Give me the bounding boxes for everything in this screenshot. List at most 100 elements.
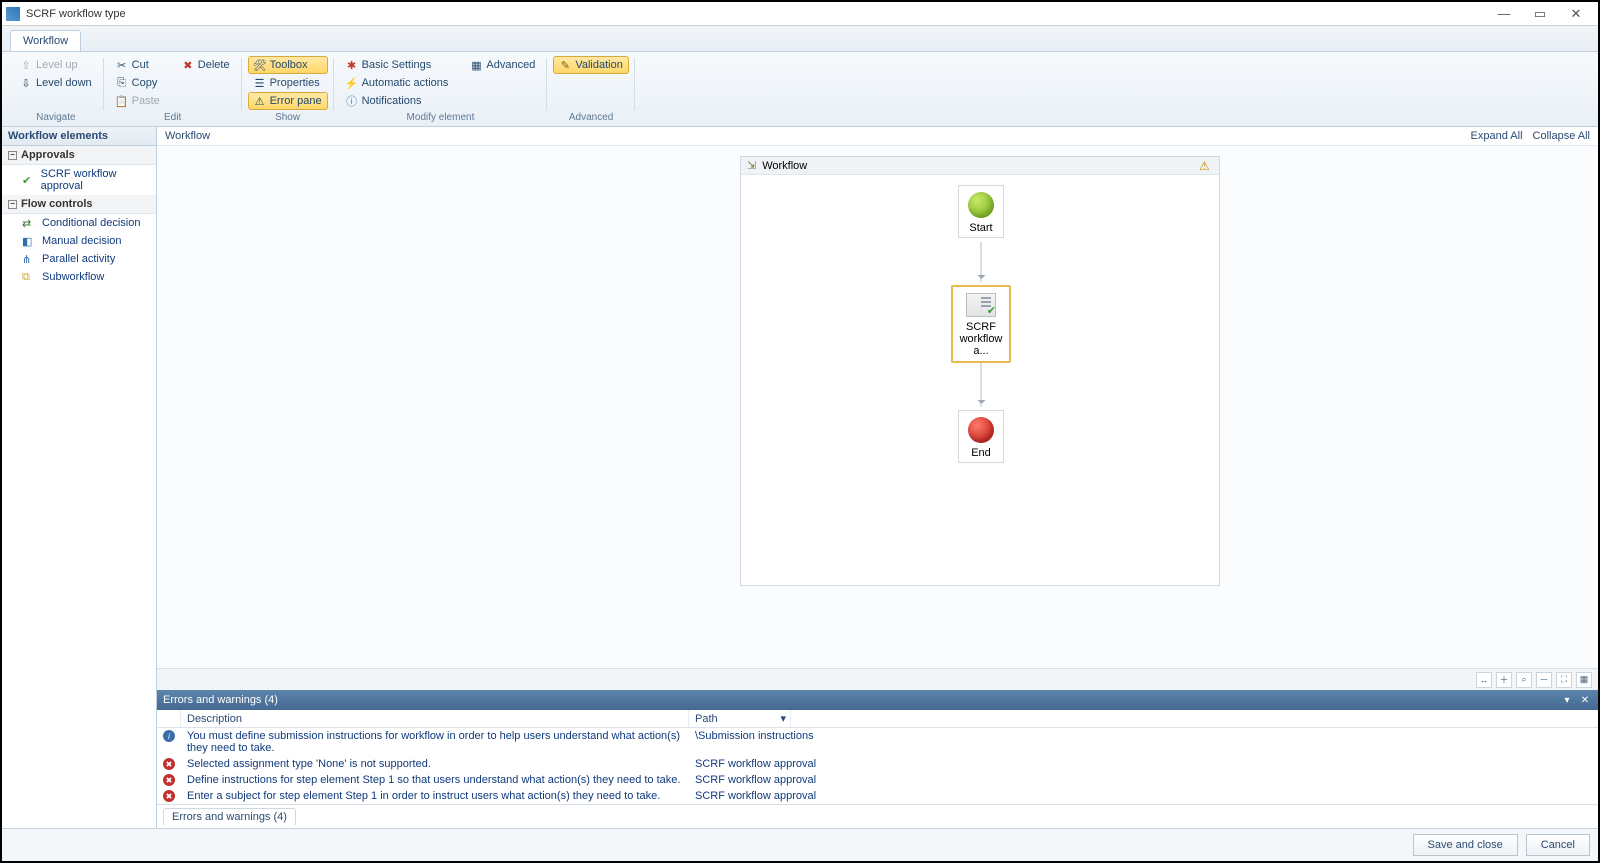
workflow-container[interactable]: ⇲ Workflow ⚠ Start SCRF workflow a...	[740, 156, 1220, 586]
toolbox-item-manual[interactable]: ◧Manual decision	[2, 232, 156, 250]
sort-icon: ▾	[780, 712, 786, 725]
level-up-icon: ⇧	[20, 59, 32, 71]
workflow-container-header: ⇲ Workflow ⚠	[741, 157, 1219, 175]
error-description: Enter a subject for step element Step 1 …	[181, 790, 689, 802]
collapse-icon: −	[8, 151, 17, 160]
error-description: Define instructions for step element Ste…	[181, 774, 689, 786]
zoom-toolbar: ↔ ＋ ⌕ － ⛶ ▦	[157, 668, 1598, 690]
copy-button[interactable]: ⎘Copy	[110, 74, 166, 92]
toolbox-item-scrf-approval[interactable]: ✔SCRF workflow approval	[2, 165, 156, 195]
activity-node-scrf[interactable]: SCRF workflow a...	[951, 285, 1011, 363]
start-label: Start	[961, 222, 1001, 234]
tabstrip: Workflow	[2, 26, 1598, 52]
error-row[interactable]: ✖ Define instructions for step element St…	[157, 772, 1598, 788]
approval-icon: ✔	[22, 174, 35, 186]
end-node[interactable]: End	[958, 410, 1004, 463]
properties-label: Properties	[270, 77, 320, 89]
toolbox-item-subworkflow[interactable]: ⧉Subworkflow	[2, 268, 156, 286]
copy-icon: ⎘	[116, 77, 128, 89]
col-path[interactable]: Path▾	[689, 710, 791, 727]
start-node[interactable]: Start	[958, 185, 1004, 238]
activity-label: SCRF workflow a...	[955, 321, 1007, 357]
expand-all-link[interactable]: Expand All	[1471, 130, 1523, 142]
automatic-actions-icon: ⚡	[346, 77, 358, 89]
close-button[interactable]: ✕	[1558, 2, 1594, 26]
zoom-100-button[interactable]: ⌕	[1516, 672, 1532, 688]
manual-icon: ◧	[22, 235, 36, 247]
ribbon-group-navigate: ⇧Level up ⇩Level down Navigate	[8, 54, 104, 126]
collapse-all-link[interactable]: Collapse All	[1533, 130, 1590, 142]
pan-tool-button[interactable]: ↔	[1476, 672, 1492, 688]
toolbox-item-parallel[interactable]: ⋔Parallel activity	[2, 250, 156, 268]
category-flow-controls[interactable]: −Flow controls	[2, 195, 156, 214]
end-circle-icon	[968, 417, 994, 443]
workflow-canvas[interactable]: ⇲ Workflow ⚠ Start SCRF workflow a...	[157, 146, 1598, 668]
error-row[interactable]: ✖Enter a subject for step element Step 1…	[157, 788, 1598, 804]
basic-settings-button[interactable]: ✱Basic Settings	[340, 56, 455, 74]
error-pane-button[interactable]: ⚠Error pane	[248, 92, 328, 110]
workflow-container-title: Workflow	[762, 160, 807, 172]
level-down-label: Level down	[36, 77, 92, 89]
error-icon: ✖	[163, 758, 175, 770]
advanced-button[interactable]: ▦Advanced	[464, 56, 541, 74]
errors-table: Description Path▾ i You must define submi…	[157, 710, 1598, 804]
validation-button[interactable]: ✎Validation	[553, 56, 629, 74]
delete-button[interactable]: ✖Delete	[176, 56, 236, 74]
error-pane-label: Error pane	[270, 95, 322, 107]
zoom-in-button[interactable]: ＋	[1496, 672, 1512, 688]
tab-workflow[interactable]: Workflow	[10, 30, 81, 51]
category-flow-controls-label: Flow controls	[21, 198, 93, 210]
paste-button[interactable]: 📋 Paste	[110, 92, 166, 110]
subworkflow-icon: ⧉	[22, 271, 36, 283]
col-description[interactable]: Description	[181, 710, 689, 727]
automatic-actions-button[interactable]: ⚡Automatic actions	[340, 74, 455, 92]
zoom-out-button[interactable]: －	[1536, 672, 1552, 688]
error-icon: ✖	[163, 774, 175, 786]
info-icon: i	[163, 730, 175, 742]
group-label-advanced: Advanced	[553, 110, 629, 124]
category-approvals[interactable]: −Approvals	[2, 146, 156, 165]
error-row[interactable]: i You must define submission instructions…	[157, 728, 1598, 756]
toolbox-button[interactable]: 🛠 Toolbox	[248, 56, 328, 74]
ribbon-group-advanced: ✎Validation Advanced	[547, 54, 635, 126]
level-down-button[interactable]: ⇩Level down	[14, 74, 98, 92]
status-tabs: Errors and warnings (4)	[157, 804, 1598, 828]
errors-dropdown-button[interactable]: ▾	[1560, 693, 1574, 707]
end-label: End	[961, 447, 1001, 459]
errors-close-button[interactable]: ✕	[1578, 693, 1592, 707]
titlebar: SCRF workflow type — ▭ ✕	[2, 2, 1598, 26]
paste-icon: 📋	[116, 95, 128, 107]
breadcrumb-root[interactable]: Workflow	[165, 130, 210, 142]
minimize-button[interactable]: —	[1486, 2, 1522, 26]
error-path: \Submission instructions	[689, 730, 814, 754]
properties-button[interactable]: ☰Properties	[248, 74, 328, 92]
toolbox-icon: 🛠	[254, 59, 266, 71]
start-circle-icon	[968, 192, 994, 218]
paste-label: Paste	[132, 95, 160, 107]
delete-label: Delete	[198, 59, 230, 71]
level-up-button[interactable]: ⇧ Level up	[14, 56, 98, 74]
save-and-close-button[interactable]: Save and close	[1413, 834, 1518, 856]
group-label-modify: Modify element	[340, 110, 542, 124]
warning-icon: ⚠	[1199, 159, 1213, 173]
toolbox-item-conditional[interactable]: ⇄ Conditional decision	[2, 214, 156, 232]
overview-button[interactable]: ▦	[1576, 672, 1592, 688]
error-row[interactable]: ✖Selected assignment type 'None' is not …	[157, 756, 1598, 772]
footer: Save and close Cancel	[2, 828, 1598, 861]
notifications-button[interactable]: ⓘNotifications	[340, 92, 455, 110]
toolbox-label: Toolbox	[270, 59, 308, 71]
cancel-button[interactable]: Cancel	[1526, 834, 1590, 856]
notifications-label: Notifications	[362, 95, 422, 107]
toolbox-item-label: Conditional decision	[42, 217, 140, 229]
conditional-icon: ⇄	[22, 217, 36, 229]
error-path: SCRF workflow approval	[689, 774, 816, 786]
errors-table-header: Description Path▾	[157, 710, 1598, 728]
level-up-label: Level up	[36, 59, 78, 71]
error-description: You must define submission instructions …	[181, 730, 689, 754]
maximize-button[interactable]: ▭	[1522, 2, 1558, 26]
errors-tab[interactable]: Errors and warnings (4)	[163, 808, 296, 825]
cut-icon: ✂	[116, 59, 128, 71]
cut-button[interactable]: ✂Cut	[110, 56, 166, 74]
fit-to-screen-button[interactable]: ⛶	[1556, 672, 1572, 688]
col-icon[interactable]	[157, 710, 181, 727]
